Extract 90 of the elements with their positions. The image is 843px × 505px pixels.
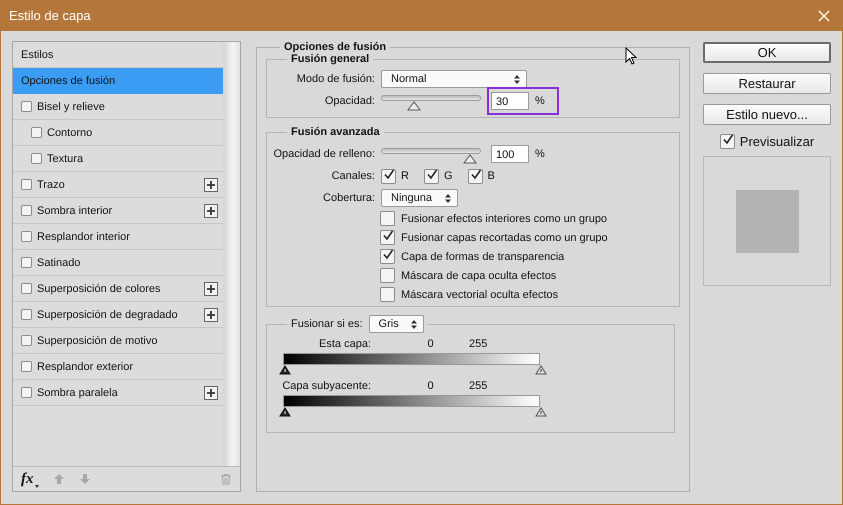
checkbox[interactable]	[31, 153, 42, 164]
checkbox-label: Máscara de capa oculta efectos	[401, 270, 556, 282]
style-list-item[interactable]: Trazo	[13, 172, 223, 198]
checkbox-label: B	[488, 170, 495, 182]
group-title: Fusión general	[290, 53, 370, 65]
slider-thumb[interactable]	[279, 407, 291, 417]
up-down-arrows-icon[interactable]	[445, 194, 451, 202]
checkbox[interactable]	[21, 231, 32, 242]
checkbox[interactable]	[21, 309, 32, 320]
checkbox[interactable]	[380, 230, 395, 245]
field-label: Capa subyacente:	[281, 380, 371, 392]
unit-label: %	[535, 148, 545, 160]
checkbox-label: Fusionar capas recortadas como un grupo	[401, 232, 608, 244]
field-label: Fusionar si es:	[291, 318, 363, 330]
field-label: Esta capa:	[318, 338, 371, 350]
checkbox[interactable]	[21, 101, 32, 112]
checkbox-label: Fusionar efectos interiores como un grupo	[401, 212, 608, 224]
pointer-icon	[625, 47, 637, 65]
dropdown[interactable]: Ninguna	[381, 189, 458, 207]
checkbox-label: R	[401, 170, 409, 182]
close-icon[interactable]	[818, 10, 830, 22]
window-title: Estilo de capa	[9, 8, 92, 23]
slider-thumb[interactable]	[535, 407, 547, 417]
range-value: 0	[426, 338, 435, 350]
checkbox[interactable]	[380, 211, 395, 226]
checkbox[interactable]	[21, 205, 32, 216]
dialog-button[interactable]: Estilo nuevo...	[703, 104, 831, 125]
style-list-item[interactable]: Contorno	[13, 120, 223, 146]
style-list-item[interactable]: Sombra paralela	[13, 380, 223, 406]
checkbox[interactable]	[31, 127, 42, 138]
range-value: 255	[469, 380, 488, 392]
checkbox[interactable]	[468, 168, 483, 184]
style-list-item[interactable]: Satinado	[13, 250, 223, 276]
checkbox[interactable]	[21, 361, 32, 372]
checkbox-label: G	[444, 170, 453, 182]
style-list-item[interactable]: Sombra interior	[13, 198, 223, 224]
dropdown[interactable]: Gris	[368, 315, 424, 333]
field-label: Modo de fusión:	[296, 73, 375, 85]
add-icon[interactable]	[204, 204, 218, 218]
checkbox[interactable]	[380, 249, 395, 264]
number-field[interactable]: 30	[491, 92, 529, 110]
up-down-arrows-icon[interactable]	[410, 320, 417, 328]
style-list-item[interactable]: Superposición de colores	[13, 276, 223, 302]
style-list-item[interactable]: Resplandor interior	[13, 224, 223, 250]
field-label: Cobertura:	[322, 192, 375, 204]
field-label: Canales:	[330, 170, 375, 182]
style-list-item[interactable]: Textura	[13, 146, 223, 172]
checkbox-label: Previsualizar	[740, 134, 814, 148]
range-value: 255	[469, 338, 488, 350]
fx-button[interactable]: fx	[21, 470, 38, 488]
add-icon[interactable]	[204, 178, 218, 192]
style-list-item[interactable]: Opciones de fusión	[13, 68, 223, 94]
checkbox[interactable]	[21, 179, 32, 190]
checkbox-label: Capa de formas de transparencia	[401, 250, 564, 262]
field-label: Opacidad de relleno:	[273, 148, 375, 160]
checkbox[interactable]	[21, 283, 32, 294]
caret-icon[interactable]	[34, 484, 38, 488]
preview-swatch	[736, 190, 798, 252]
field-label: Opacidad:	[324, 95, 375, 107]
checkbox[interactable]	[380, 268, 395, 283]
slider-thumb[interactable]	[279, 365, 291, 375]
number-field[interactable]: 100	[491, 145, 529, 163]
checkbox-label: Máscara vectorial oculta efectos	[401, 288, 558, 300]
checkbox[interactable]	[380, 287, 395, 302]
slider[interactable]	[381, 95, 481, 111]
section-title: Opciones de fusión	[283, 41, 388, 53]
dialog-button[interactable]: Restaurar	[703, 73, 831, 94]
unit-label: %	[535, 95, 545, 107]
dialog-button[interactable]: OK	[703, 42, 831, 63]
up-down-arrows-icon[interactable]	[514, 74, 520, 84]
style-list-item[interactable]: Superposición de motivo	[13, 328, 223, 354]
slider-thumb[interactable]	[463, 154, 477, 164]
checkbox[interactable]	[720, 134, 735, 148]
checkbox[interactable]	[21, 257, 32, 268]
slider-thumb[interactable]	[535, 365, 547, 375]
checkbox[interactable]	[21, 387, 32, 398]
range-value: 0	[426, 380, 435, 392]
add-icon[interactable]	[204, 282, 218, 296]
checkbox[interactable]	[381, 168, 396, 184]
dropdown[interactable]: Normal	[381, 70, 527, 88]
add-icon[interactable]	[204, 386, 218, 400]
slider[interactable]	[381, 148, 481, 164]
style-list-item[interactable]: Bisel y relieve	[13, 94, 223, 120]
group-title: Fusión avanzada	[290, 126, 381, 138]
slider-thumb[interactable]	[407, 101, 421, 111]
style-list-item[interactable]: Resplandor exterior	[13, 354, 223, 380]
style-list-item[interactable]: Superposición de degradado	[13, 302, 223, 328]
checkbox[interactable]	[424, 168, 439, 184]
add-icon[interactable]	[204, 308, 218, 322]
checkbox[interactable]	[21, 335, 32, 346]
